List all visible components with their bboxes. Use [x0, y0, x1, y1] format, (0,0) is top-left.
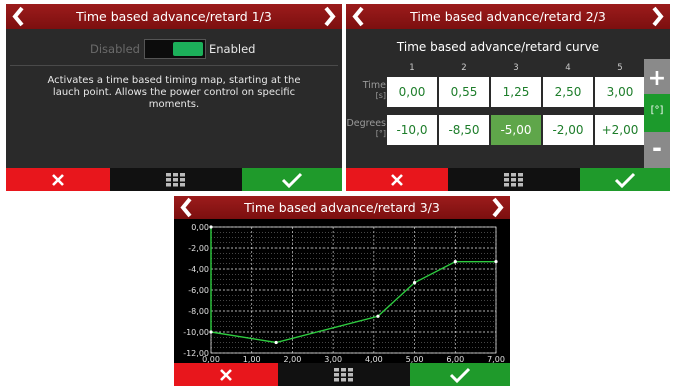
chevron-right-icon[interactable] [318, 4, 340, 29]
screen-advance-retard-1: Time based advance/retard 1/3 Disabled E… [6, 4, 342, 191]
data-point [453, 260, 457, 264]
enable-toggle-row: Disabled Enabled [6, 39, 342, 59]
check-icon [281, 172, 303, 188]
time-cell-2[interactable]: 0,55 [439, 77, 489, 107]
degrees-row-label: Degrees [°] [346, 118, 386, 139]
menu-button[interactable] [278, 363, 410, 386]
column-number: 5 [617, 63, 623, 73]
title-bar: Time based advance/retard 3/3 [174, 196, 510, 219]
degrees-cell-5[interactable]: +2,00 [595, 115, 645, 145]
degrees-cell-2[interactable]: -8,50 [439, 115, 489, 145]
chevron-right-icon[interactable] [646, 4, 668, 29]
data-point [209, 330, 213, 334]
grid-icon [334, 367, 353, 381]
data-point [412, 281, 417, 285]
time-cell-3[interactable]: 1,25 [491, 77, 541, 107]
y-tick-label: -2,00 [188, 244, 209, 253]
x-tick-label: 6,00 [446, 355, 464, 363]
page-title: Time based advance/retard 1/3 [76, 9, 272, 24]
degrees-cell-4[interactable]: -2,00 [543, 115, 593, 145]
data-point [494, 260, 498, 264]
y-tick-label: 0,00 [191, 223, 209, 232]
menu-button[interactable] [448, 168, 580, 191]
title-bar: Time based advance/retard 2/3 [346, 4, 670, 29]
confirm-button[interactable] [242, 168, 342, 191]
close-icon [52, 173, 64, 186]
enable-toggle[interactable] [144, 39, 206, 59]
column-number: 3 [513, 63, 519, 73]
y-tick-label: -4,00 [188, 265, 209, 274]
y-tick-label: -6,00 [188, 286, 209, 295]
cancel-button[interactable] [6, 168, 110, 191]
curve-title: Time based advance/retard curve [396, 40, 600, 54]
chevron-left-icon[interactable] [8, 4, 30, 29]
check-icon [614, 172, 636, 188]
bottom-bar [6, 168, 342, 191]
column-number: 2 [461, 63, 467, 73]
time-cell-5[interactable]: 3,00 [595, 77, 645, 107]
data-point [274, 340, 278, 345]
screen-advance-retard-2: Time based advance/retard 2/3 Time based… [346, 4, 670, 191]
enabled-label: Enabled [209, 42, 256, 56]
description-text: Activates a time based timing map, start… [47, 75, 301, 110]
check-icon [449, 367, 471, 383]
screen-advance-retard-3: Time based advance/retard 3/3 0,00 1,00 2,… [174, 196, 510, 386]
y-tick-label: -10,00 [183, 328, 209, 337]
toggle-knob [173, 42, 203, 56]
time-cell-1[interactable]: 0,00 [387, 77, 437, 107]
chevron-left-icon[interactable] [348, 4, 370, 29]
bottom-bar [346, 168, 670, 191]
advance-retard-chart: 0,00 1,00 2,00 3,00 4,00 5,00 6,00 7,000,00-2,0… [183, 223, 505, 364]
close-icon [391, 173, 403, 186]
cancel-button[interactable] [346, 168, 448, 191]
confirm-button[interactable] [410, 363, 510, 386]
y-tick-label: -8,00 [188, 307, 209, 316]
degrees-cell-1[interactable]: -10,0 [387, 115, 437, 145]
time-row-label: Time [s] [362, 80, 386, 101]
page-title: Time based advance/retard 2/3 [410, 9, 606, 24]
cancel-button[interactable] [174, 363, 278, 386]
x-tick-label: 4,00 [365, 355, 383, 363]
chart-area: 0,00 1,00 2,00 3,00 4,00 5,00 6,00 7,00 0,00 -2,0… [174, 219, 510, 364]
decrement-button[interactable]: - [644, 132, 670, 168]
x-tick-label: 7,00 [487, 355, 505, 363]
confirm-button[interactable] [580, 168, 670, 191]
title-bar: Time based advance/retard 1/3 [6, 4, 342, 29]
x-tick-label: 5,00 [406, 355, 424, 363]
data-point [209, 225, 213, 229]
x-tick-label: 2,00 [284, 355, 302, 363]
divider [10, 65, 338, 66]
disabled-label: Disabled [90, 42, 140, 56]
chevron-right-icon[interactable] [486, 196, 508, 219]
time-cell-4[interactable]: 2,50 [543, 77, 593, 107]
grid-icon [166, 172, 185, 186]
chevron-left-icon[interactable] [176, 196, 198, 219]
y-tick-label: -12,00 [183, 349, 209, 358]
close-icon [220, 368, 232, 381]
x-tick-label: 3,00 [324, 355, 342, 363]
unit-button[interactable]: [°] [644, 94, 670, 136]
x-tick-label: 1,00 [243, 355, 261, 363]
column-number: 4 [565, 63, 571, 73]
data-point [376, 314, 380, 318]
grid-icon [504, 172, 523, 186]
degrees-cell-3[interactable]: -5,00 [491, 115, 541, 145]
bottom-bar [174, 363, 510, 386]
menu-button[interactable] [110, 168, 242, 191]
column-number: 1 [409, 63, 415, 73]
page-title: Time based advance/retard 3/3 [244, 200, 440, 215]
